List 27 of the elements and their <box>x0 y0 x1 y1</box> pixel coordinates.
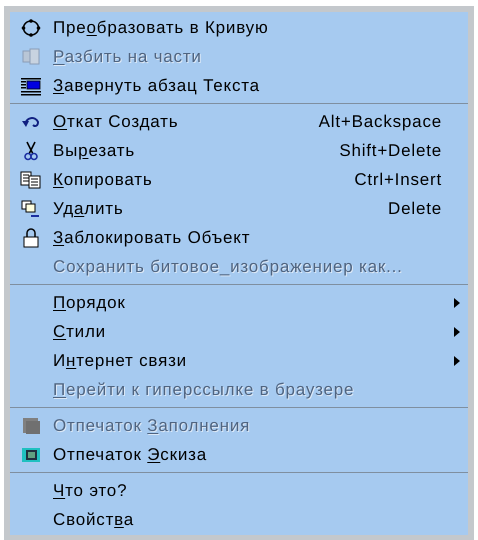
fill-swatch-icon <box>21 416 41 434</box>
shortcut-label: Alt+Backspace <box>318 110 442 133</box>
undo-arrow-icon <box>21 114 41 128</box>
shortcut-label: Ctrl+Insert <box>354 168 442 191</box>
menu-item[interactable]: Свойства <box>10 505 468 534</box>
menu-item[interactable]: Вырезать Shift+Delete <box>10 136 468 165</box>
menu-item[interactable]: Завернуть абзац Текста <box>10 71 468 100</box>
outline-swatch-icon <box>21 446 41 464</box>
scissors-icon <box>23 140 39 160</box>
menu-item[interactable]: Откат Создать Alt+Backspace <box>10 107 468 136</box>
menu-item[interactable]: Заблокировать Объект <box>10 223 468 252</box>
menu-item[interactable]: Интернет связи <box>10 346 468 375</box>
shortcut-label: Shift+Delete <box>339 140 442 162</box>
menu-item[interactable]: Порядок <box>10 288 468 317</box>
menu-item[interactable]: Стили <box>10 317 468 346</box>
lock-icon <box>22 228 40 248</box>
menu-item[interactable]: Отпечаток Эскиза <box>10 440 468 469</box>
menu-item[interactable]: Что это? <box>10 476 468 505</box>
copy-icon <box>20 170 42 188</box>
delete-shapes-icon <box>20 198 42 218</box>
curve-icon <box>21 18 41 38</box>
text-wrap-icon <box>20 76 42 96</box>
split-shapes-icon <box>21 46 41 66</box>
menu-item[interactable]: Копировать Ctrl+Insert <box>10 165 468 194</box>
menu-item[interactable]: Преобразовать в Кривую <box>10 13 468 42</box>
shortcut-label: Delete <box>388 198 442 220</box>
menu-item[interactable]: Удалить Delete <box>10 194 468 223</box>
